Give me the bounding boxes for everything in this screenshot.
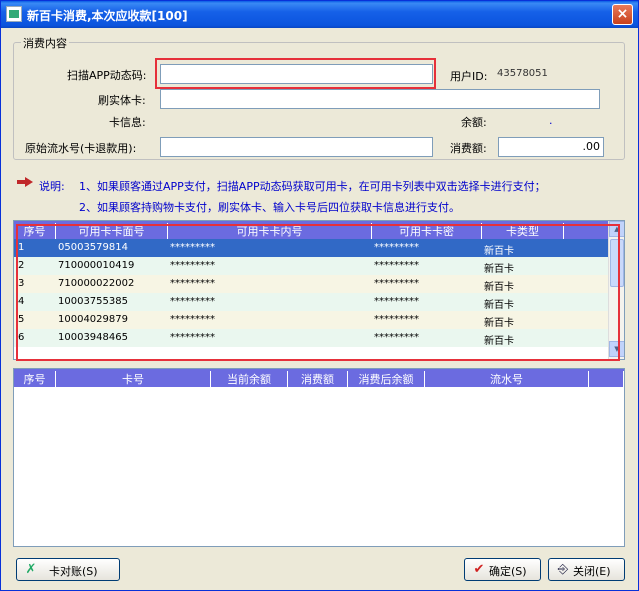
arrow-right-icon [17, 177, 33, 187]
checkmark-icon: ✔ [473, 562, 485, 577]
amount-label: 消费额: [450, 142, 487, 155]
original-serial-input[interactable] [160, 137, 433, 157]
column-header-card-number: 卡号 [56, 371, 211, 387]
payments-header: 序号 卡号 当前余额 消费额 消费后余额 流水号 [14, 369, 624, 387]
close-button-label: 关闭(E) [573, 565, 611, 578]
column-header-index: 序号 [14, 371, 56, 387]
scan-input-highlight [155, 58, 436, 89]
title-bar[interactable]: 新百卡消费,本次应收款[100] × [1, 1, 638, 28]
card-payment-window: 新百卡消费,本次应收款[100] × 消费内容 扫描APP动态码: 用户ID: … [0, 0, 639, 591]
note-line-2: 2、如果顾客持购物卡支付，刷实体卡、输入卡号后四位获取卡信息进行支付。 [79, 201, 460, 214]
balance-value: . [549, 114, 553, 127]
exit-door-icon: ⎆ [557, 562, 569, 577]
app-icon [6, 6, 22, 22]
reconcile-icon: ✗ [25, 562, 37, 577]
reconcile-card-button-label: 卡对账(S) [49, 565, 98, 578]
card-info-label: 卡信息: [109, 116, 146, 129]
note-prefix: 说明: [39, 180, 65, 193]
window-title: 新百卡消费,本次应收款[100] [27, 9, 188, 23]
column-header-serial-number: 流水号 [425, 371, 589, 387]
amount-input[interactable]: .00 [498, 137, 604, 157]
confirm-button-label: 确定(S) [489, 565, 527, 578]
swipe-card-label: 刷实体卡: [98, 94, 146, 107]
column-header-balance-after: 消费后余额 [348, 371, 425, 387]
consumption-group-label: 消费内容 [21, 35, 69, 51]
column-header-empty [589, 371, 624, 387]
close-button[interactable]: ⎆ 关闭(E) [548, 558, 625, 581]
available-cards-highlight [16, 224, 620, 361]
balance-label: 余额: [461, 116, 487, 129]
payments-grid[interactable]: 序号 卡号 当前余额 消费额 消费后余额 流水号 [13, 368, 625, 547]
window-close-button[interactable]: × [612, 4, 633, 25]
confirm-button[interactable]: ✔ 确定(S) [464, 558, 541, 581]
swipe-card-input[interactable] [160, 89, 600, 109]
column-header-current-balance: 当前余额 [211, 371, 288, 387]
original-serial-label: 原始流水号(卡退款用): [25, 142, 137, 155]
user-id-value: 43578051 [497, 68, 548, 79]
note-line-1: 1、如果顾客通过APP支付，扫描APP动态码获取可用卡，在可用卡列表中双击选择卡… [79, 180, 546, 193]
reconcile-card-button[interactable]: ✗ 卡对账(S) [16, 558, 120, 581]
scan-app-code-label: 扫描APP动态码: [67, 69, 147, 82]
column-header-amount: 消费额 [288, 371, 348, 387]
user-id-label: 用户ID: [450, 70, 488, 83]
